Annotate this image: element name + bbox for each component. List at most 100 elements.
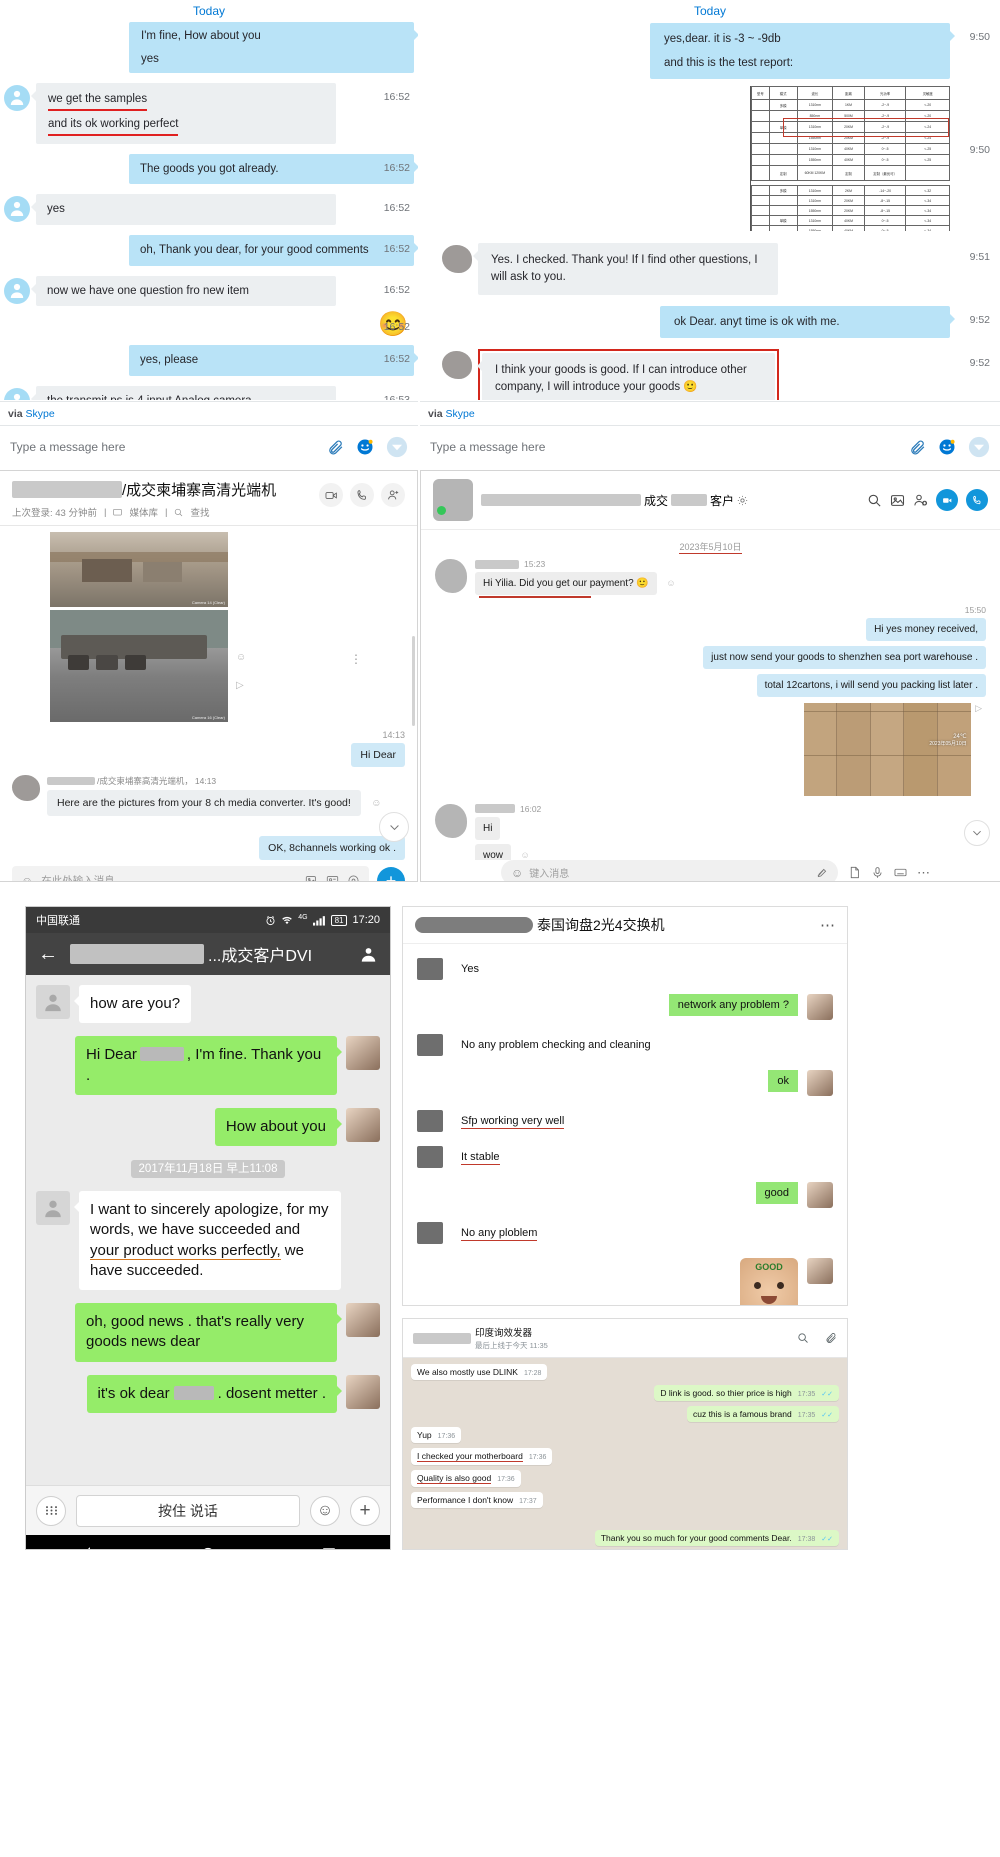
recents-nav-icon[interactable]: [321, 1546, 337, 1549]
message-row[interactable]: ok: [403, 1070, 847, 1096]
whatsapp-panel[interactable]: 印度询效发器 最后上线于今天 11:35 We also mostly use …: [402, 1318, 848, 1550]
message-input[interactable]: Type a message here: [10, 440, 315, 454]
home-nav-icon[interactable]: [200, 1546, 216, 1549]
skype-chat-left[interactable]: Today I'm fine, How about you yes we get…: [0, 0, 418, 468]
sticker-image[interactable]: GOOD: [740, 1258, 798, 1305]
scroll-to-bottom-button[interactable]: [379, 812, 409, 842]
image-attachment[interactable]: 24℃ 2023年05月10日: [803, 702, 971, 796]
message-row[interactable]: we get the samples and its ok working pe…: [4, 83, 414, 144]
message-row[interactable]: I want to sincerely apologize, for my wo…: [36, 1191, 380, 1290]
emoji-react-icon[interactable]: ☺: [520, 850, 529, 860]
message-input[interactable]: 键入消息: [529, 865, 810, 880]
message-row[interactable]: yes 16:52: [4, 194, 414, 226]
wechat-desktop-left[interactable]: /成交柬埔寨高清光端机 上次登录: 43 分钟前 | 媒体库 | 查找 Came…: [0, 470, 418, 882]
test-report-image[interactable]: 型号 模式 波长 距离 光功率 灵敏度 多模 1310nm 1KM -2~-9 <-20…: [750, 86, 950, 232]
message-row[interactable]: yes,dear. it is -3 ~ -9db and this is th…: [426, 23, 994, 80]
message-compose-bar[interactable]: ☺ 在此处输入消息: [12, 866, 369, 882]
wechat-desktop-right[interactable]: 成交 客户 2023年5月10日 15:23 Hi Yilia. Did you…: [420, 470, 1000, 882]
android-nav-bar[interactable]: [26, 1535, 390, 1549]
message-row[interactable]: network any problem ?: [403, 994, 847, 1020]
message-row[interactable]: how are you?: [36, 985, 380, 1024]
more-options-icon[interactable]: ⋮: [350, 652, 362, 666]
message-row[interactable]: Quality is also good 17:36: [411, 1470, 839, 1487]
keyboard-toggle-button[interactable]: [36, 1495, 66, 1526]
message-row[interactable]: Thank you so much for your good comments…: [411, 1530, 839, 1546]
message-row[interactable]: it's ok dear . dosent metter .: [36, 1374, 380, 1413]
message-row[interactable]: oh, good news . that's really very goods…: [36, 1303, 380, 1362]
message-row[interactable]: I checked your motherboard 17:36: [411, 1448, 839, 1465]
keyboard-icon[interactable]: [894, 866, 907, 879]
message-list[interactable]: We also mostly use DLINK 17:28 D link is…: [403, 1358, 847, 1549]
scrollbar[interactable]: [412, 636, 415, 726]
message-row[interactable]: Sfp working very well: [403, 1110, 847, 1132]
emoji-icon[interactable]: ☺: [21, 874, 33, 882]
search-icon[interactable]: [797, 1332, 809, 1344]
message-compose-bar[interactable]: ☺ 键入消息: [501, 860, 838, 881]
message-list[interactable]: how are you? Hi Dear, I'm fine. Thank yo…: [26, 975, 390, 1485]
forward-icon[interactable]: ▷: [236, 680, 244, 691]
gear-icon[interactable]: [737, 495, 748, 506]
message-input[interactable]: Type a message here: [430, 440, 897, 454]
search-label[interactable]: 查找: [190, 505, 209, 519]
message-row[interactable]: How about you: [36, 1107, 380, 1146]
message-row[interactable]: Hi Dear, I'm fine. Thank you .: [36, 1036, 380, 1095]
attachment-icon[interactable]: [909, 439, 926, 456]
message-row[interactable]: the transmit ps is 4 input Analog camera…: [4, 386, 414, 400]
message-row[interactable]: It stable: [403, 1146, 847, 1168]
location-icon[interactable]: [347, 874, 360, 882]
send-button[interactable]: [386, 436, 408, 458]
message-input[interactable]: 在此处输入消息: [41, 873, 297, 881]
message-row[interactable]: Yes: [403, 958, 847, 980]
via-app-name[interactable]: Skype: [446, 408, 475, 420]
back-button[interactable]: ←: [38, 944, 58, 964]
emoji-react-icon[interactable]: ☺: [236, 652, 246, 663]
emoji-icon[interactable]: [356, 438, 374, 456]
message-row[interactable]: good: [403, 1182, 847, 1208]
message-row[interactable]: Yup 17:36: [411, 1427, 839, 1443]
message-row[interactable]: GOOD: [403, 1258, 847, 1305]
microphone-icon[interactable]: [871, 866, 884, 879]
message-row[interactable]: cuz this is a famous brand 17:35 ✓✓: [411, 1406, 839, 1422]
skype-chat-right[interactable]: Today yes,dear. it is -3 ~ -9db and this…: [420, 0, 1000, 468]
message-row[interactable]: We also mostly use DLINK 17:28: [411, 1364, 839, 1380]
message-row[interactable]: 😊 16:52: [4, 313, 414, 337]
media-library-icon[interactable]: [113, 508, 123, 517]
message-row[interactable]: yes, please 16:52: [4, 345, 418, 377]
voice-call-button[interactable]: [966, 489, 988, 511]
message-row[interactable]: Yes. I checked. Thank you! If I find oth…: [426, 243, 994, 295]
hold-to-talk-button[interactable]: 按住 说话: [76, 1494, 300, 1527]
handwriting-icon[interactable]: [816, 867, 828, 879]
emoji-icon[interactable]: [938, 438, 956, 456]
emoji-react-icon[interactable]: ☺: [371, 798, 381, 809]
message-row[interactable]: oh, Thank you dear, for your good commen…: [4, 235, 418, 266]
image-icon[interactable]: [890, 493, 905, 508]
forward-icon[interactable]: ▷: [975, 703, 982, 713]
add-attachment-button[interactable]: +: [350, 1495, 380, 1526]
voice-call-button[interactable]: [350, 483, 374, 507]
more-options-icon[interactable]: ⋯: [820, 916, 835, 934]
image-attachment[interactable]: Camera 14 (Clear): [50, 532, 228, 607]
media-library-label[interactable]: 媒体库: [129, 505, 158, 519]
attachment-icon[interactable]: [327, 439, 344, 456]
emoji-button[interactable]: ☺: [310, 1495, 340, 1526]
contact-info-icon[interactable]: [359, 945, 378, 964]
message-compose-bar[interactable]: Type a message here: [0, 426, 418, 468]
emoji-react-icon[interactable]: ☺: [666, 578, 675, 588]
search-icon[interactable]: [174, 508, 183, 517]
video-call-button[interactable]: [319, 483, 343, 507]
message-row[interactable]: I'm fine, How about you yes: [4, 22, 418, 74]
message-row[interactable]: 型号 模式 波长 距离 光功率 灵敏度 多模 1310nm 1KM -2~-9 <-20…: [426, 86, 994, 232]
add-contact-button[interactable]: [381, 483, 405, 507]
image-icon[interactable]: [305, 874, 318, 882]
message-row[interactable]: Performance I don't know 17:37: [411, 1492, 839, 1508]
attachment-icon[interactable]: [825, 1332, 837, 1344]
add-attachment-button[interactable]: +: [377, 866, 405, 881]
message-row[interactable]: ok Dear. anyt time is ok with me. 9:52: [426, 305, 994, 339]
emoji-icon[interactable]: ☺: [511, 866, 523, 880]
mobile-wechat-app[interactable]: 中国联通 4G 81 17:20 ← ...成交客户DVI how are yo…: [25, 906, 391, 1550]
message-row[interactable]: No any problem checking and cleaning: [403, 1034, 847, 1056]
message-compose-bar[interactable]: Type a message here: [420, 426, 1000, 468]
green-chat-panel[interactable]: 泰国询盘2光4交换机 ⋯ Yes network any problem ? N…: [402, 906, 848, 1306]
add-contact-icon[interactable]: [913, 493, 928, 508]
image-attachment[interactable]: Camera 16 (Clear): [50, 610, 228, 722]
